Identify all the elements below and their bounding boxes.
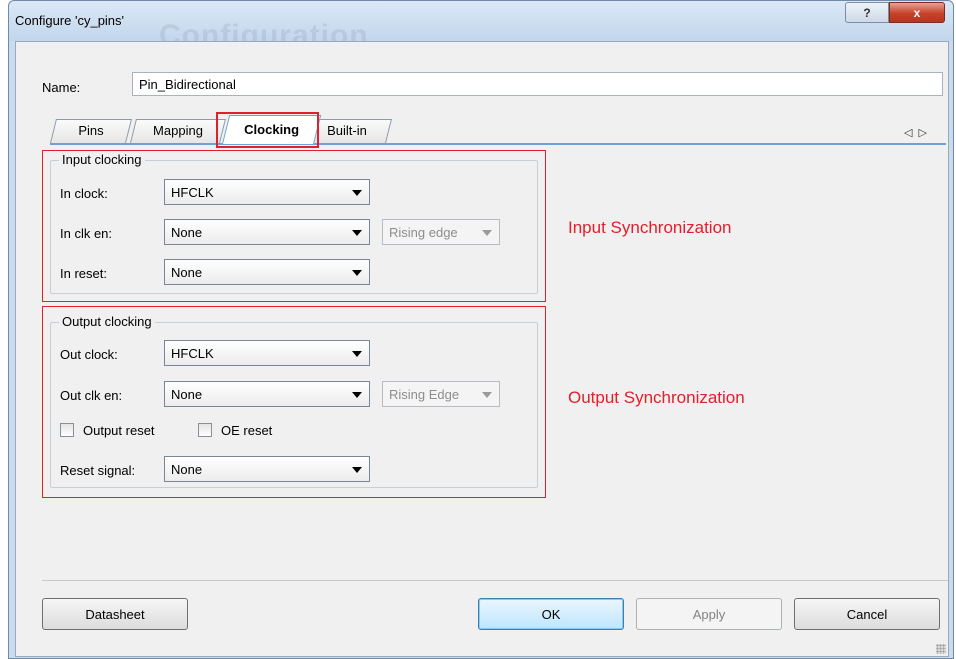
in-clk-en-edge-value: Rising edge bbox=[389, 224, 458, 240]
out-clk-en-edge-value: Rising Edge bbox=[389, 386, 460, 402]
in-clk-en-label: In clk en: bbox=[60, 226, 113, 241]
in-reset-value: None bbox=[171, 264, 203, 280]
name-input[interactable] bbox=[132, 72, 943, 96]
tab-scroll-right-icon[interactable]: ▷ bbox=[918, 127, 932, 139]
button-separator bbox=[42, 580, 948, 581]
out-clk-en-label: Out clk en: bbox=[60, 388, 123, 403]
output-synchronization-annotation: Output Synchronization bbox=[568, 388, 745, 407]
tab-strip: Pins Mapping Built-in Clocking bbox=[46, 115, 946, 145]
oe-reset-label[interactable]: OE reset bbox=[221, 423, 272, 438]
name-label: Name: bbox=[42, 80, 81, 95]
out-clock-label: Out clock: bbox=[60, 347, 118, 362]
tab-mapping-label: Mapping bbox=[153, 123, 203, 138]
tab-pins-label: Pins bbox=[78, 123, 104, 138]
tab-pins[interactable]: Pins bbox=[50, 119, 132, 143]
help-button[interactable]: ? bbox=[845, 2, 889, 23]
apply-button: Apply bbox=[636, 598, 782, 630]
output-reset-label[interactable]: Output reset bbox=[83, 423, 155, 438]
tab-scroll-arrows[interactable]: ◁▷ bbox=[904, 126, 933, 139]
out-clock-value: HFCLK bbox=[171, 345, 214, 361]
dropdown-arrow-icon bbox=[352, 392, 362, 398]
ok-button[interactable]: OK bbox=[478, 598, 624, 630]
dropdown-arrow-icon bbox=[352, 351, 362, 357]
out-clk-en-value: None bbox=[171, 386, 203, 402]
oe-reset-checkbox[interactable] bbox=[198, 423, 212, 437]
out-clk-en-edge-select: Rising Edge bbox=[382, 381, 500, 407]
dropdown-arrow-icon bbox=[352, 270, 362, 276]
reset-signal-value: None bbox=[171, 461, 203, 477]
in-clock-select[interactable]: HFCLK bbox=[164, 179, 370, 205]
dropdown-arrow-icon bbox=[352, 190, 362, 196]
cancel-button[interactable]: Cancel bbox=[794, 598, 940, 630]
title-bar: Configure 'cy_pins' Configuration ? x bbox=[9, 1, 953, 52]
resize-grip-icon[interactable] bbox=[936, 644, 946, 654]
out-clock-select[interactable]: HFCLK bbox=[164, 340, 370, 366]
dropdown-arrow-icon bbox=[482, 230, 492, 236]
in-clk-en-edge-select: Rising edge bbox=[382, 219, 500, 245]
output-reset-checkbox[interactable] bbox=[60, 423, 74, 437]
dialog-body: Name: Pins Mapping Built-in Clocking ◁▷ … bbox=[15, 41, 949, 657]
tab-mapping[interactable]: Mapping bbox=[130, 119, 226, 143]
tab-underline bbox=[50, 143, 946, 145]
dropdown-arrow-icon bbox=[352, 230, 362, 236]
reset-signal-select[interactable]: None bbox=[164, 456, 370, 482]
in-clk-en-select[interactable]: None bbox=[164, 219, 370, 245]
input-synchronization-annotation: Input Synchronization bbox=[568, 218, 732, 237]
dropdown-arrow-icon bbox=[352, 467, 362, 473]
configure-dialog: Configure 'cy_pins' Configuration ? x Na… bbox=[8, 0, 954, 659]
reset-signal-label: Reset signal: bbox=[60, 463, 136, 478]
window-title: Configure 'cy_pins' bbox=[15, 13, 125, 28]
datasheet-button[interactable]: Datasheet bbox=[42, 598, 188, 630]
output-clocking-legend: Output clocking bbox=[59, 314, 155, 329]
out-clk-en-select[interactable]: None bbox=[164, 381, 370, 407]
dropdown-arrow-icon bbox=[482, 392, 492, 398]
close-button[interactable]: x bbox=[889, 2, 945, 23]
in-clock-label: In clock: bbox=[60, 186, 108, 201]
in-reset-label: In reset: bbox=[60, 266, 107, 281]
in-clock-value: HFCLK bbox=[171, 184, 214, 200]
tab-scroll-left-icon[interactable]: ◁ bbox=[904, 127, 918, 139]
in-clk-en-value: None bbox=[171, 224, 203, 240]
clocking-tab-highlight-box bbox=[216, 112, 319, 148]
in-reset-select[interactable]: None bbox=[164, 259, 370, 285]
input-clocking-legend: Input clocking bbox=[59, 152, 145, 167]
